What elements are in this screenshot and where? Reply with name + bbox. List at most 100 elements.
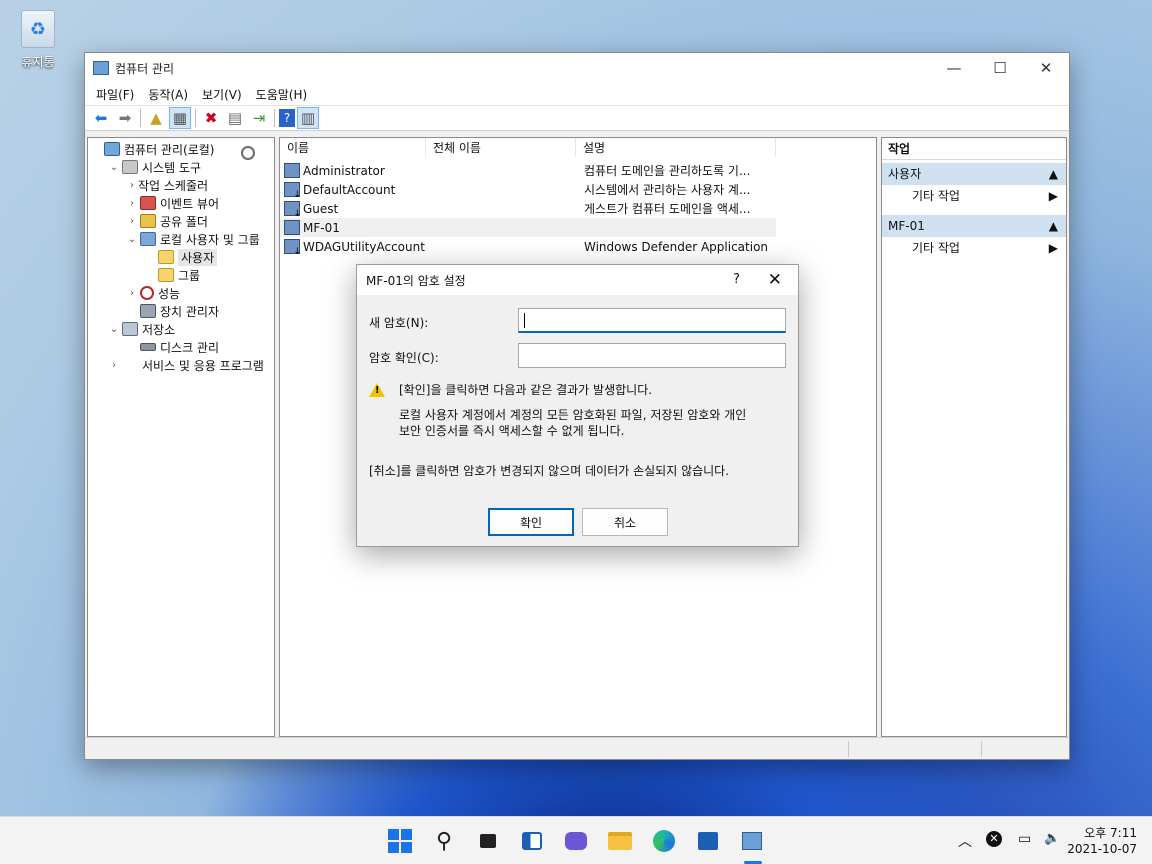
tree-node-label: 로컬 사용자 및 그룹 (160, 232, 260, 247)
show-hide-tree-icon[interactable]: ▦ (169, 107, 191, 129)
tree-node-label: 이벤트 뷰어 (160, 196, 220, 211)
computer-management-taskbar-icon[interactable] (738, 827, 766, 855)
minimize-button[interactable]: — (931, 53, 977, 83)
table-row[interactable]: DefaultAccount 시스템에서 관리하는 사용자 계... (280, 180, 876, 199)
show-hidden-icons-chevron-icon[interactable]: ︿ (958, 831, 972, 851)
tree-node-label: 컴퓨터 관리(로컬) (124, 142, 215, 157)
toolbar-separator (274, 109, 275, 127)
column-header-full-name[interactable]: 전체 이름 (426, 138, 576, 157)
tree-node[interactable]: › 서비스 및 응용 프로그램 (88, 356, 274, 374)
new-password-label: 새 암호(N): (369, 316, 429, 330)
table-row[interactable]: Guest 게스트가 컴퓨터 도메인을 액세... (280, 199, 876, 218)
dialog-close-icon[interactable]: ✕ (768, 270, 782, 290)
properties-icon[interactable]: ▤ (224, 107, 246, 129)
chat-icon[interactable] (562, 827, 590, 855)
menu-action[interactable]: 동작(A) (141, 86, 195, 103)
performance-icon (140, 286, 154, 300)
show-action-pane-icon[interactable]: ▥ (297, 107, 319, 129)
computer-management-app-icon (93, 61, 109, 75)
status-bar (85, 737, 1069, 759)
collapsed-chevron-icon[interactable]: › (126, 198, 138, 209)
ok-button[interactable]: 확인 (488, 508, 574, 536)
tree-node[interactable]: › 공유 폴더 (88, 212, 274, 230)
system-clock[interactable]: 오후 7:11 2021-10-07 (1067, 825, 1137, 857)
new-password-field[interactable] (518, 308, 786, 333)
user-name: DefaultAccount (303, 182, 396, 197)
store-icon[interactable] (694, 827, 722, 855)
network-icon[interactable]: ▭ (1018, 831, 1031, 847)
dialog-help-button[interactable]: ? (733, 272, 740, 287)
tree-node[interactable]: › 작업 스케줄러 (88, 146, 274, 194)
task-view-icon[interactable] (474, 827, 502, 855)
tree-node[interactable]: 그룹 (88, 266, 274, 284)
tree-node-label: 공유 폴더 (160, 214, 208, 229)
expanded-chevron-icon[interactable]: ⌄ (108, 324, 120, 335)
column-header-description[interactable]: 설명 (576, 138, 776, 157)
device-manager-icon (140, 304, 156, 318)
clock-icon (241, 146, 255, 160)
more-actions-users[interactable]: 기타 작업 ▶ (882, 185, 1066, 207)
table-row[interactable]: WDAGUtilityAccount Windows Defender Appli… (280, 237, 876, 256)
export-list-icon[interactable]: ⇥ (248, 107, 270, 129)
services-icon (122, 358, 138, 372)
delete-icon[interactable]: ✖ (200, 107, 222, 129)
tree-node-label: 디스크 관리 (160, 340, 220, 355)
windows-logo-icon (388, 829, 412, 853)
maximize-button[interactable]: ☐ (977, 53, 1023, 83)
column-header-name[interactable]: 이름 (280, 138, 426, 157)
up-folder-icon[interactable]: ▲ (145, 107, 167, 129)
forward-arrow-icon[interactable]: ➡ (114, 107, 136, 129)
event-viewer-icon (140, 196, 156, 210)
more-actions-mf01[interactable]: 기타 작업 ▶ (882, 237, 1066, 259)
recycle-bin-desktop-icon[interactable]: 휴지통 (12, 10, 64, 70)
collapsed-chevron-icon[interactable]: › (108, 360, 120, 371)
file-explorer-icon[interactable] (606, 827, 634, 855)
tree-node-label: 장치 관리자 (160, 304, 220, 319)
warning-text: [확인]을 클릭하면 다음과 같은 결과가 발생합니다. (399, 383, 653, 397)
actions-section-label: MF-01 (888, 219, 925, 233)
text-caret (524, 313, 525, 328)
expanded-chevron-icon[interactable]: ⌄ (126, 234, 138, 245)
tree-node[interactable]: ⌄ 시스템 도구 (88, 158, 274, 176)
collapsed-chevron-icon[interactable]: › (126, 288, 138, 299)
tree-node[interactable]: 사용자 (88, 248, 274, 266)
confirm-password-field[interactable] (518, 343, 786, 368)
search-icon[interactable]: ⚲ (430, 827, 458, 855)
set-password-dialog: MF-01의 암호 설정 ? ✕ 새 암호(N): 암호 확인(C): ! [확… (356, 264, 799, 547)
tree-node[interactable]: › 성능 (88, 284, 274, 302)
menu-file[interactable]: 파일(F) (89, 86, 141, 103)
tree-node-label: 그룹 (178, 268, 201, 283)
tree-node[interactable]: › 이벤트 뷰어 (88, 194, 274, 212)
close-button[interactable]: ✕ (1023, 53, 1069, 83)
collapsed-chevron-icon[interactable]: › (126, 180, 138, 191)
widgets-icon[interactable] (518, 827, 546, 855)
menu-view[interactable]: 보기(V) (195, 86, 249, 103)
actions-section-users[interactable]: 사용자 ▲ (882, 163, 1066, 185)
volume-muted-icon[interactable]: 🔈 (1044, 831, 1060, 846)
tree-node[interactable]: ⌄ 로컬 사용자 및 그룹 (88, 230, 274, 248)
menu-help[interactable]: 도움말(H) (249, 86, 315, 103)
collapsed-chevron-icon[interactable]: › (126, 216, 138, 227)
tree-node[interactable]: 장치 관리자 (88, 302, 274, 320)
disk-icon (140, 343, 156, 351)
cancel-button[interactable]: 취소 (582, 508, 668, 536)
start-button[interactable] (386, 827, 414, 855)
table-row[interactable]: Administrator 컴퓨터 도메인을 관리하도록 기... (280, 161, 876, 180)
table-row[interactable]: MF-01 (280, 218, 776, 237)
clock-date: 2021-10-07 (1067, 842, 1137, 856)
expanded-chevron-icon[interactable]: ⌄ (108, 162, 120, 173)
edge-browser-icon[interactable] (650, 827, 678, 855)
warning-detail-line-2: 보안 인증서를 즉시 액세스할 수 없게 됩니다. (399, 424, 625, 438)
tree-node[interactable]: ⌄ 저장소 (88, 320, 274, 338)
title-bar[interactable]: 컴퓨터 관리 — ☐ ✕ (85, 53, 1069, 83)
tree-node[interactable]: 디스크 관리 (88, 338, 274, 356)
notification-x-icon[interactable]: ✕ (986, 831, 1002, 847)
back-arrow-icon[interactable]: ⬅ (90, 107, 112, 129)
recycle-bin-icon (21, 10, 55, 48)
actions-section-label: 사용자 (888, 167, 922, 181)
dialog-title-bar[interactable]: MF-01의 암호 설정 ? ✕ (357, 265, 798, 295)
computer-management-icon (104, 142, 120, 156)
help-icon[interactable]: ? (279, 109, 295, 127)
user-description: 시스템에서 관리하는 사용자 계... (584, 183, 751, 197)
actions-section-mf01[interactable]: MF-01 ▲ (882, 215, 1066, 237)
